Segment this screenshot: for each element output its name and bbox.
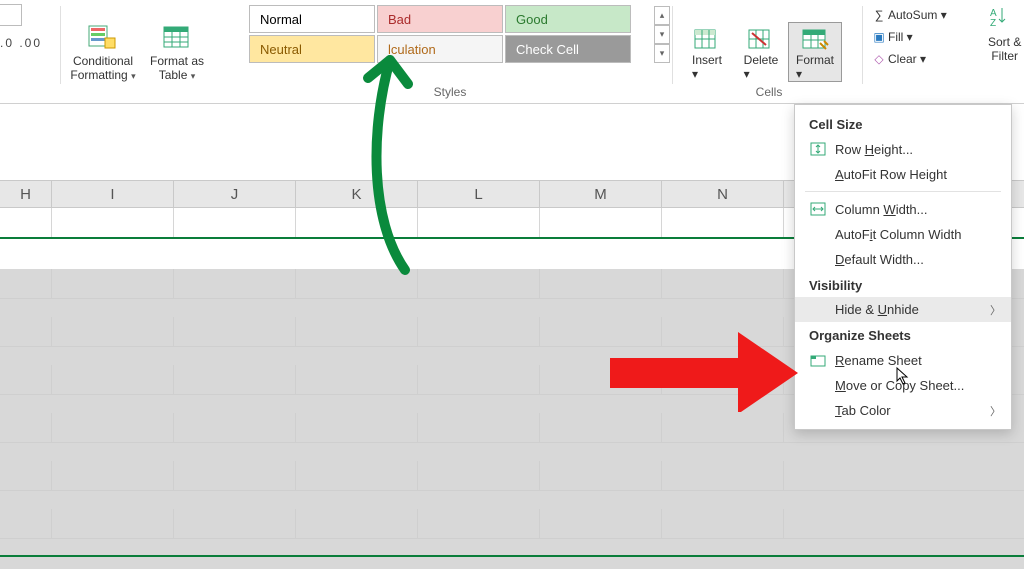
menu-column-width[interactable]: Column Width... xyxy=(795,196,1011,222)
number-group: .0 .00 xyxy=(0,0,56,103)
row-height-icon xyxy=(809,141,829,157)
clear-button[interactable]: ◇Clear ▾ xyxy=(870,48,926,70)
fill-icon: ▣ xyxy=(870,30,888,44)
sort-filter-button[interactable]: AZ Sort & Filter xyxy=(988,4,1021,63)
conditional-formatting-button[interactable]: Conditional Formatting ▾ xyxy=(66,20,140,83)
format-button[interactable]: Format▾ xyxy=(788,22,842,82)
styles-big-buttons: Conditional Formatting ▾ Format as Table… xyxy=(66,0,236,103)
cell-styles-gallery[interactable]: Normal Bad Good Neutral lculation Check … xyxy=(248,4,652,64)
sort-filter-label: Sort & Filter xyxy=(988,35,1021,63)
cells-group-label: Cells xyxy=(680,85,858,99)
menu-hide-unhide[interactable]: Hide & Unhide 〉 xyxy=(795,297,1011,322)
col-header-partial[interactable]: H xyxy=(0,181,52,207)
styles-scroll-down-icon[interactable]: ▾ xyxy=(654,25,670,44)
style-check-cell[interactable]: Check Cell xyxy=(505,35,631,63)
style-neutral[interactable]: Neutral xyxy=(249,35,375,63)
styles-more-icon[interactable]: ▾ xyxy=(654,44,670,63)
col-header-L[interactable]: L xyxy=(418,181,540,207)
fill-button[interactable]: ▣Fill ▾ xyxy=(870,26,913,48)
menu-divider-1 xyxy=(805,191,1001,192)
menu-row-height[interactable]: Row Height... xyxy=(795,136,1011,162)
eraser-icon: ◇ xyxy=(870,52,888,66)
separator-1 xyxy=(60,6,61,84)
col-header-I[interactable]: I xyxy=(52,181,174,207)
col-header-M[interactable]: M xyxy=(540,181,662,207)
style-good[interactable]: Good xyxy=(505,5,631,33)
separator-2 xyxy=(672,6,673,84)
decimal-icons[interactable]: .0 .00 xyxy=(0,36,42,50)
col-header-J[interactable]: J xyxy=(174,181,296,207)
styles-group-label: Styles xyxy=(248,85,652,99)
insert-button[interactable]: Insert▾ xyxy=(680,23,734,81)
ribbon: .0 .00 Conditional Formatting ▾ xyxy=(0,0,1024,104)
styles-scroll-up-icon[interactable]: ▴ xyxy=(654,6,670,25)
insert-label: Insert xyxy=(692,53,722,67)
menu-section-organize: Organize Sheets xyxy=(795,322,1011,347)
editing-group: ∑AutoSum ▾ ▣Fill ▾ ◇Clear ▾ xyxy=(870,0,980,103)
col-header-N[interactable]: N xyxy=(662,181,784,207)
format-icon xyxy=(800,27,830,53)
format-as-table-label: Format as Table ▾ xyxy=(150,54,204,83)
col-header-K[interactable]: K xyxy=(296,181,418,207)
style-calculation[interactable]: lculation xyxy=(377,35,503,63)
svg-text:Z: Z xyxy=(990,18,996,29)
selection-bottom-border xyxy=(0,555,1024,557)
separator-3 xyxy=(862,6,863,84)
conditional-formatting-label: Conditional Formatting ▾ xyxy=(70,54,135,83)
sigma-icon: ∑ xyxy=(870,8,888,22)
delete-label: Delete xyxy=(744,53,779,67)
style-bad[interactable]: Bad xyxy=(377,5,503,33)
rename-sheet-icon xyxy=(809,352,829,368)
menu-row-height-label: Row Height... xyxy=(835,142,913,157)
menu-autofit-row[interactable]: AutoFit Row Height xyxy=(795,162,1011,187)
style-normal[interactable]: Normal xyxy=(249,5,375,33)
styles-scrollbar[interactable]: ▴ ▾ ▾ xyxy=(654,6,670,63)
delete-button[interactable]: Delete▾ xyxy=(734,23,788,81)
number-format-box[interactable] xyxy=(0,4,22,26)
autosum-button[interactable]: ∑AutoSum ▾ xyxy=(870,4,947,26)
menu-autofit-column[interactable]: AutoFit Column Width xyxy=(795,222,1011,247)
mouse-cursor-icon xyxy=(896,367,910,387)
submenu-arrow-icon: 〉 xyxy=(990,403,1001,419)
column-width-icon xyxy=(809,201,829,217)
format-label: Format xyxy=(796,53,834,67)
submenu-arrow-icon: 〉 xyxy=(990,302,1001,318)
menu-default-width[interactable]: Default Width... xyxy=(795,247,1011,272)
format-as-table-button[interactable]: Format as Table ▾ xyxy=(140,20,214,83)
menu-section-visibility: Visibility xyxy=(795,272,1011,297)
conditional-formatting-icon xyxy=(87,24,119,52)
delete-icon xyxy=(746,27,776,53)
format-as-table-icon xyxy=(161,24,193,52)
insert-icon xyxy=(692,27,722,53)
sort-filter-icon: AZ xyxy=(988,4,1014,30)
menu-section-cell-size: Cell Size xyxy=(795,111,1011,136)
menu-tab-color[interactable]: Tab Color 〉 xyxy=(795,398,1011,423)
